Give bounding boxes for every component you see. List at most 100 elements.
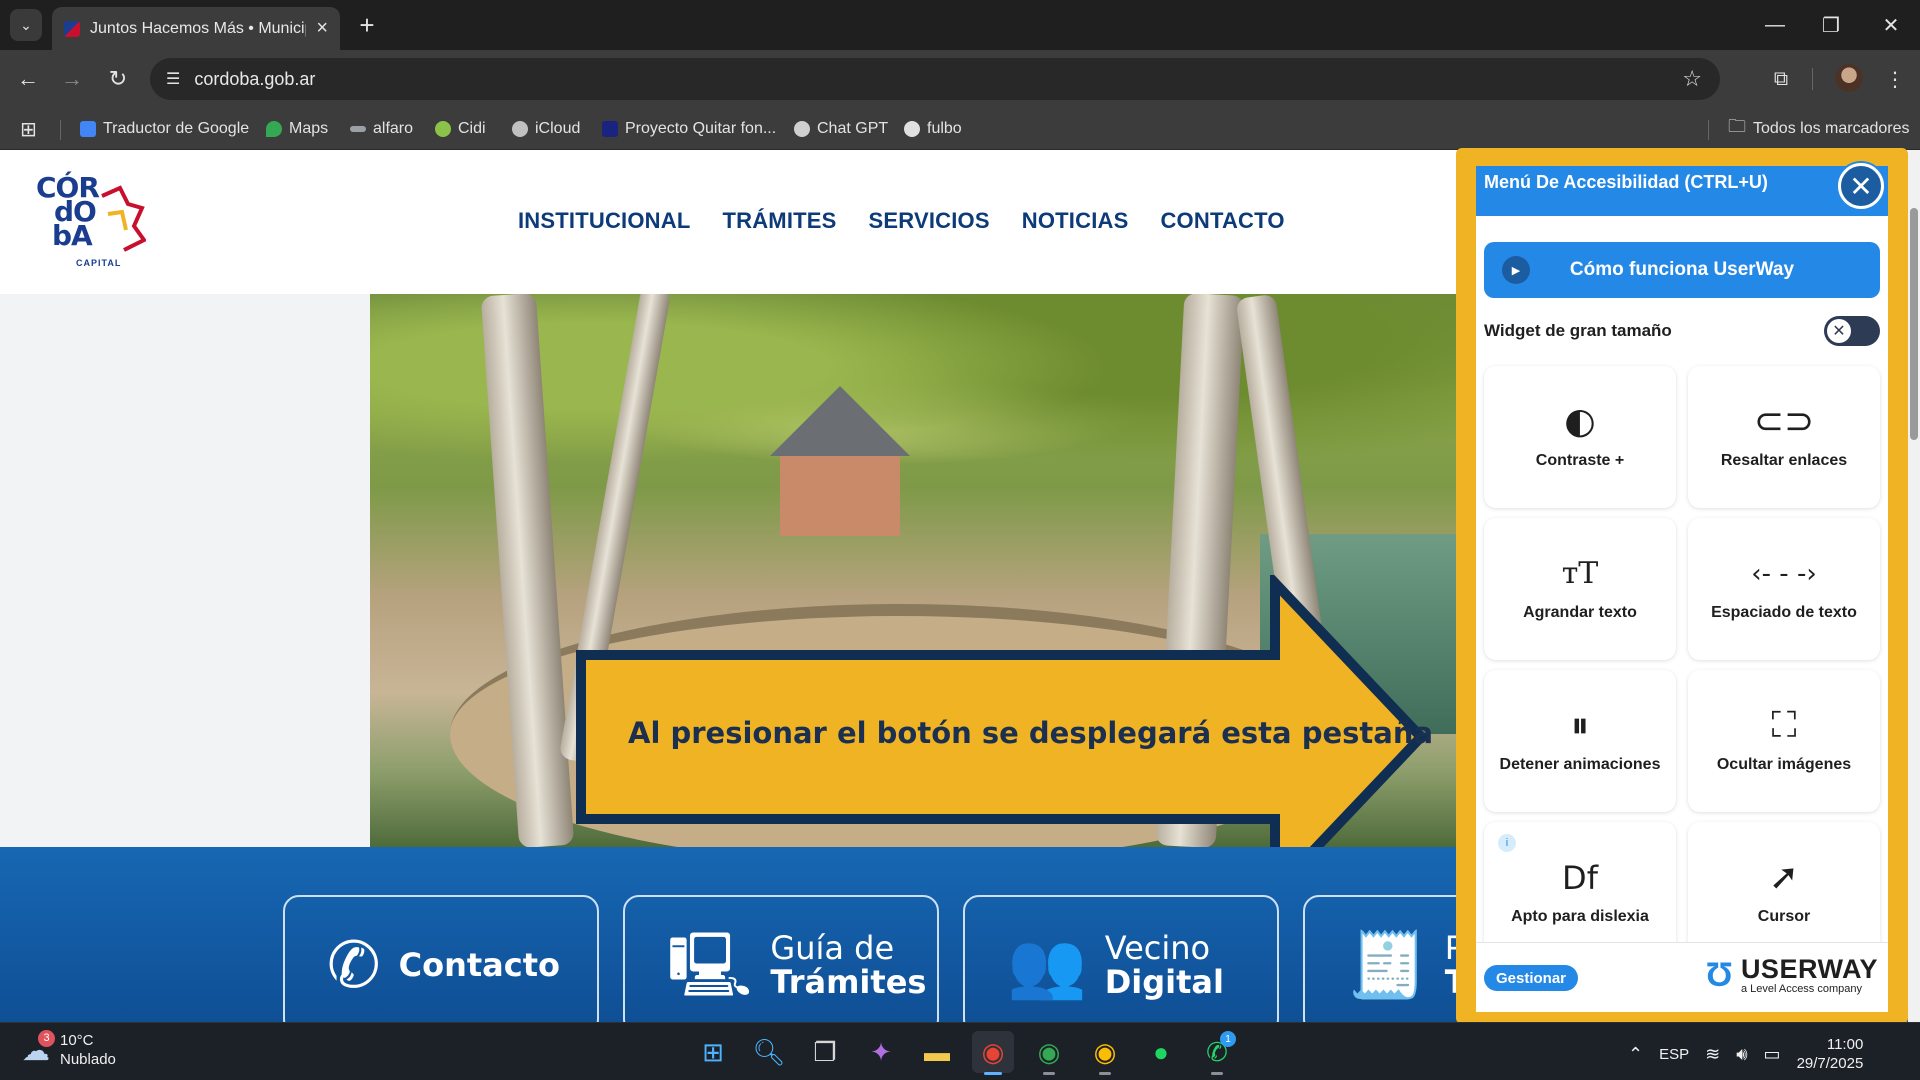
spotify-button[interactable]: ● bbox=[1140, 1031, 1182, 1073]
whatsapp-button[interactable]: ✆ 1 bbox=[1196, 1031, 1238, 1075]
nav-noticias[interactable]: NOTICIAS bbox=[1022, 208, 1129, 234]
bookmark-alfaro[interactable]: alfaro bbox=[350, 118, 413, 140]
how-userway-works-button[interactable]: ▶ Cómo funciona UserWay bbox=[1484, 242, 1880, 298]
input-language[interactable]: ESP bbox=[1659, 1046, 1689, 1063]
quick-link-contacto[interactable]: ✆ Contacto bbox=[283, 895, 599, 1022]
chrome-button[interactable]: ◉ bbox=[972, 1031, 1014, 1075]
bookmark-chatgpt[interactable]: Chat GPT bbox=[794, 118, 888, 140]
option-highlight-links[interactable]: ⊂⊃ Resaltar enlaces bbox=[1688, 366, 1880, 508]
cordoba-capital-logo[interactable]: CÓR dO bA CAPITAL bbox=[36, 174, 146, 272]
manage-button[interactable]: Gestionar bbox=[1484, 965, 1578, 991]
running-indicator bbox=[1211, 1072, 1223, 1075]
browser-toolbar: ← → ↻ ☰ cordoba.gob.ar ☆ ⧉ ⋮ bbox=[0, 50, 1920, 108]
copilot-icon: ✦ bbox=[870, 1036, 892, 1067]
weather-widget[interactable]: ☁ 3 10°C Nublado bbox=[22, 1029, 116, 1069]
maps-pin-icon bbox=[266, 121, 282, 137]
cursor-icon: ➚ bbox=[1768, 857, 1800, 898]
pause-animation-icon: ⏸ bbox=[1571, 705, 1589, 746]
close-window-icon[interactable]: ✕ bbox=[1868, 10, 1914, 40]
apple-icon bbox=[512, 121, 528, 137]
bookmark-cidi[interactable]: Cidi bbox=[435, 118, 486, 140]
large-widget-toggle[interactable]: ✕ bbox=[1824, 316, 1880, 346]
userway-brand-subtitle: a Level Access company bbox=[1740, 983, 1863, 995]
profile-avatar[interactable] bbox=[1835, 64, 1863, 92]
bookmark-maps[interactable]: Maps bbox=[266, 118, 328, 140]
userway-brand[interactable]: Ʊ USERWAY a Level Access company bbox=[1706, 955, 1878, 995]
nav-tramites[interactable]: TRÁMITES bbox=[722, 208, 836, 234]
all-bookmarks-folder[interactable]: 🗀 Todos los marcadores bbox=[1728, 116, 1910, 140]
tab-search-dropdown-icon[interactable]: ⌄ bbox=[10, 9, 42, 41]
bookmark-label: Chat GPT bbox=[817, 120, 889, 137]
play-icon: ▶ bbox=[1502, 256, 1530, 284]
option-label: Resaltar enlaces bbox=[1720, 452, 1848, 469]
weather-description: Nublado bbox=[60, 1051, 116, 1068]
folder-icon: ▬ bbox=[924, 1036, 950, 1067]
back-arrow-icon[interactable]: ← bbox=[12, 63, 44, 95]
site-info-icon[interactable]: ☰ bbox=[166, 69, 180, 89]
bookmark-icon bbox=[350, 126, 366, 132]
bookmark-fulbo[interactable]: fulbo bbox=[904, 118, 962, 140]
restore-window-icon[interactable]: ❐ bbox=[1808, 10, 1854, 40]
forward-arrow-icon[interactable]: → bbox=[56, 63, 88, 95]
spotify-icon: ● bbox=[1153, 1036, 1169, 1067]
toolbar-divider bbox=[1812, 68, 1813, 90]
browser-tab-active[interactable]: Juntos Hacemos Más • Municip × bbox=[52, 7, 340, 50]
taskbar-apps: ⊞ 🔍︎ ❐ ✦ ▬ ◉ ◉ ◉ ● ✆ 1 bbox=[692, 1031, 1238, 1075]
close-accessibility-menu-icon[interactable]: ✕ bbox=[1838, 163, 1884, 209]
bookmark-proyecto[interactable]: Proyecto Quitar fon... bbox=[602, 118, 776, 140]
chrome-profile-3-button[interactable]: ◉ bbox=[1084, 1031, 1126, 1075]
page-scrollbar-thumb[interactable] bbox=[1910, 208, 1918, 440]
chrome-menu-kebab-icon[interactable]: ⋮ bbox=[1880, 64, 1910, 94]
running-indicator bbox=[984, 1072, 1002, 1075]
nav-servicios[interactable]: SERVICIOS bbox=[869, 208, 990, 234]
new-tab-plus-icon[interactable]: + bbox=[352, 10, 382, 40]
reload-icon[interactable]: ↻ bbox=[102, 63, 134, 95]
large-widget-label: Widget de gran tamaño bbox=[1484, 321, 1672, 340]
bookmark-traductor[interactable]: Traductor de Google bbox=[80, 118, 249, 140]
chrome-profile-2-button[interactable]: ◉ bbox=[1028, 1031, 1070, 1075]
nav-contacto[interactable]: CONTACTO bbox=[1160, 208, 1284, 234]
search-button[interactable]: 🔍︎ bbox=[748, 1031, 790, 1073]
apps-grid-icon[interactable]: ⊞ bbox=[20, 118, 37, 141]
volume-icon[interactable]: 🔊︎ bbox=[1736, 1044, 1747, 1065]
accessibility-menu-footer: Gestionar Ʊ USERWAY a Level Access compa… bbox=[1476, 942, 1888, 1012]
extensions-puzzle-icon[interactable]: ⧉ bbox=[1766, 64, 1796, 94]
battery-icon[interactable]: ▭ bbox=[1764, 1044, 1781, 1065]
option-bigger-text[interactable]: тT Agrandar texto bbox=[1484, 518, 1676, 660]
info-icon[interactable]: i bbox=[1498, 834, 1516, 852]
nav-institucional[interactable]: INSTITUCIONAL bbox=[518, 208, 690, 234]
logo-shape-icon bbox=[101, 185, 146, 252]
cloud-icon: ☁ 3 bbox=[22, 1029, 55, 1067]
bookmark-icloud[interactable]: iCloud bbox=[512, 118, 580, 140]
contrast-icon: ◐ bbox=[1564, 401, 1596, 442]
page-scrollbar[interactable] bbox=[1908, 150, 1920, 1022]
bookmark-label: fulbo bbox=[927, 120, 962, 137]
chrome-icon: ◉ bbox=[981, 1036, 1005, 1067]
minimize-icon[interactable]: — bbox=[1752, 10, 1798, 40]
option-text-spacing[interactable]: ‹- - -› Espaciado de texto bbox=[1688, 518, 1880, 660]
accessibility-menu-header: Menú De Accesibilidad (CTRL+U) bbox=[1476, 166, 1888, 216]
address-bar[interactable]: ☰ cordoba.gob.ar ☆ bbox=[150, 58, 1720, 100]
address-url[interactable]: cordoba.gob.ar bbox=[194, 69, 315, 90]
wifi-icon[interactable]: ≋ bbox=[1705, 1044, 1720, 1065]
userway-logo-icon: Ʊ bbox=[1705, 956, 1733, 994]
bookmarks-bar: ⊞ Traductor de Google Maps alfaro Cidi i… bbox=[0, 108, 1920, 150]
start-button[interactable]: ⊞ bbox=[692, 1031, 734, 1073]
all-bookmarks-label: Todos los marcadores bbox=[1753, 120, 1910, 137]
option-label: Apto para dislexia bbox=[1511, 908, 1649, 925]
tab-close-icon[interactable]: × bbox=[316, 17, 328, 40]
option-contrast[interactable]: ◐ Contraste + bbox=[1484, 366, 1676, 508]
text-spacing-icon: ‹- - -› bbox=[1751, 559, 1817, 589]
receipt-icon: 🧾 bbox=[1347, 929, 1427, 1001]
chevron-up-icon[interactable]: ⌃ bbox=[1628, 1044, 1643, 1065]
quick-link-label: Vecino Digital bbox=[1104, 929, 1224, 1001]
option-hide-images[interactable]: ⛶ Ocultar imágenes bbox=[1688, 670, 1880, 812]
task-view-button[interactable]: ❐ bbox=[804, 1031, 846, 1073]
option-pause-animations[interactable]: ⏸ Detener animaciones bbox=[1484, 670, 1676, 812]
quick-link-vecino-digital[interactable]: 👥 Vecino Digital bbox=[963, 895, 1279, 1022]
quick-link-guia-tramites[interactable]: 🖳 Guía de Trámites bbox=[623, 895, 939, 1022]
bookmark-star-icon[interactable]: ☆ bbox=[1682, 66, 1702, 92]
copilot-button[interactable]: ✦ bbox=[860, 1031, 902, 1073]
clock[interactable]: 11:00 29/7/2025 bbox=[1797, 1035, 1864, 1073]
file-explorer-button[interactable]: ▬ bbox=[916, 1031, 958, 1073]
